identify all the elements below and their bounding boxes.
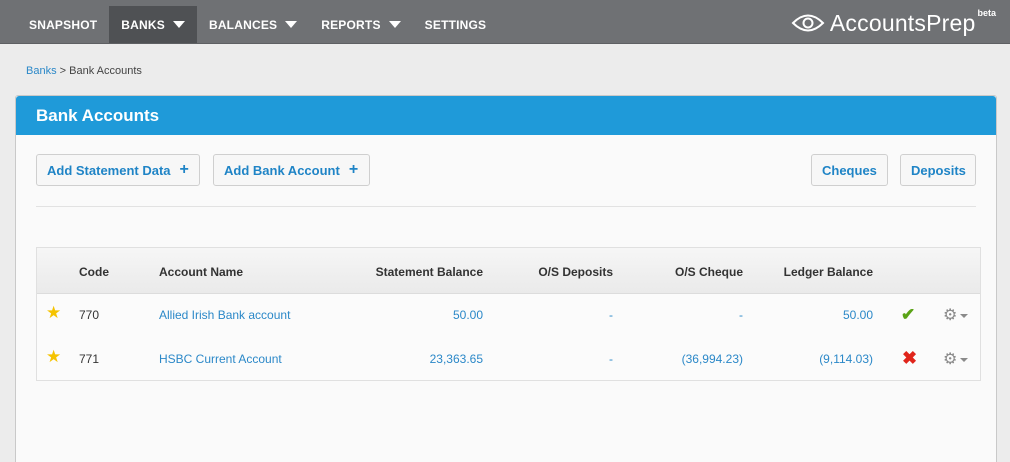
table-header: Code Account Name Statement Balance O/S … — [37, 248, 980, 294]
breadcrumb-separator: > — [56, 65, 70, 77]
nav-item-snapshot[interactable]: SNAPSHOT — [17, 6, 109, 43]
header-statement-balance: Statement Balance — [375, 265, 483, 279]
breadcrumb-link-banks[interactable]: Banks — [26, 65, 57, 77]
deposits-button[interactable]: Deposits — [900, 154, 976, 186]
add-bank-account-button[interactable]: Add Bank Account + — [213, 154, 370, 186]
account-name-link[interactable]: Allied Irish Bank account — [159, 308, 290, 322]
logo-text: AccountsPrep — [829, 9, 976, 36]
panel-header: Bank Accounts — [16, 96, 996, 135]
button-label: Add Bank Account — [224, 162, 340, 178]
nav-label: BANKS — [121, 17, 165, 32]
cell-statement-balance[interactable]: 50.00 — [337, 308, 483, 322]
cell-statement-balance[interactable]: 23,363.65 — [337, 352, 483, 366]
header-os-cheque: O/S Cheque — [674, 265, 743, 279]
caret-down-icon — [960, 314, 969, 318]
caret-down-icon — [172, 21, 185, 28]
header-code: Code — [79, 265, 109, 279]
nav-item-settings[interactable]: SETTINGS — [413, 6, 499, 43]
gear-icon: ⚙ — [943, 307, 958, 324]
button-label: Cheques — [822, 162, 877, 178]
nav-label: SETTINGS — [424, 17, 487, 32]
account-name-link[interactable]: HSBC Current Account — [159, 352, 282, 366]
nav-label: BALANCES — [208, 17, 278, 32]
caret-down-icon — [388, 21, 401, 28]
cell-os-cheque[interactable]: (36,994.23) — [617, 352, 743, 366]
caret-down-icon — [285, 21, 298, 28]
caret-down-icon — [960, 358, 969, 362]
bank-accounts-panel: Bank Accounts Add Statement Data + Add Ba… — [15, 95, 997, 462]
eye-icon — [791, 14, 825, 32]
breadcrumb-current: Bank Accounts — [69, 65, 142, 77]
cell-code: 770 — [79, 308, 100, 322]
breadcrumb: Banks > Bank Accounts — [26, 65, 142, 77]
nav-item-banks[interactable]: BANKS — [109, 6, 197, 43]
bank-accounts-table: Code Account Name Statement Balance O/S … — [36, 247, 981, 381]
button-label: Deposits — [911, 162, 966, 178]
check-icon: ✔ — [901, 305, 916, 324]
plus-icon: + — [348, 161, 359, 178]
nav-label: REPORTS — [321, 17, 381, 32]
star-icon[interactable]: ★ — [46, 303, 61, 323]
beta-badge: beta — [977, 8, 996, 18]
app-logo[interactable]: AccountsPrep beta — [791, 8, 996, 38]
nav-menu: SNAPSHOT BANKS BALANCES REPORTS SETTINGS — [17, 6, 498, 43]
cheques-button[interactable]: Cheques — [811, 154, 888, 186]
gear-icon: ⚙ — [943, 351, 958, 368]
cross-icon: ✖ — [902, 348, 918, 368]
plus-icon: + — [179, 161, 189, 178]
cell-os-deposits[interactable]: - — [487, 352, 613, 366]
nav-item-balances[interactable]: BALANCES — [197, 6, 309, 43]
nav-label: SNAPSHOT — [29, 17, 98, 32]
table-row: ★ 771 HSBC Current Account 23,363.65 - (… — [37, 338, 980, 382]
row-actions-menu[interactable]: ⚙ — [943, 349, 969, 369]
header-account-name: Account Name — [159, 265, 244, 279]
row-actions-menu[interactable]: ⚙ — [943, 305, 969, 325]
header-os-deposits: O/S Deposits — [538, 265, 613, 279]
cell-os-cheque[interactable]: - — [617, 308, 743, 322]
header-ledger-balance: Ledger Balance — [783, 265, 873, 279]
cell-ledger-balance[interactable]: (9,114.03) — [747, 352, 873, 366]
nav-item-reports[interactable]: REPORTS — [309, 6, 412, 43]
cell-code: 771 — [79, 352, 100, 366]
cell-os-deposits[interactable]: - — [487, 308, 613, 322]
divider — [36, 206, 976, 207]
page-title: Bank Accounts — [36, 105, 160, 125]
button-label: Add Statement Data — [47, 162, 171, 178]
add-statement-data-button[interactable]: Add Statement Data + — [36, 154, 200, 186]
top-navigation: SNAPSHOT BANKS BALANCES REPORTS SETTINGS… — [0, 0, 1010, 44]
table-row: ★ 770 Allied Irish Bank account 50.00 - … — [37, 294, 980, 338]
cell-ledger-balance[interactable]: 50.00 — [747, 308, 873, 322]
star-icon[interactable]: ★ — [46, 347, 61, 367]
